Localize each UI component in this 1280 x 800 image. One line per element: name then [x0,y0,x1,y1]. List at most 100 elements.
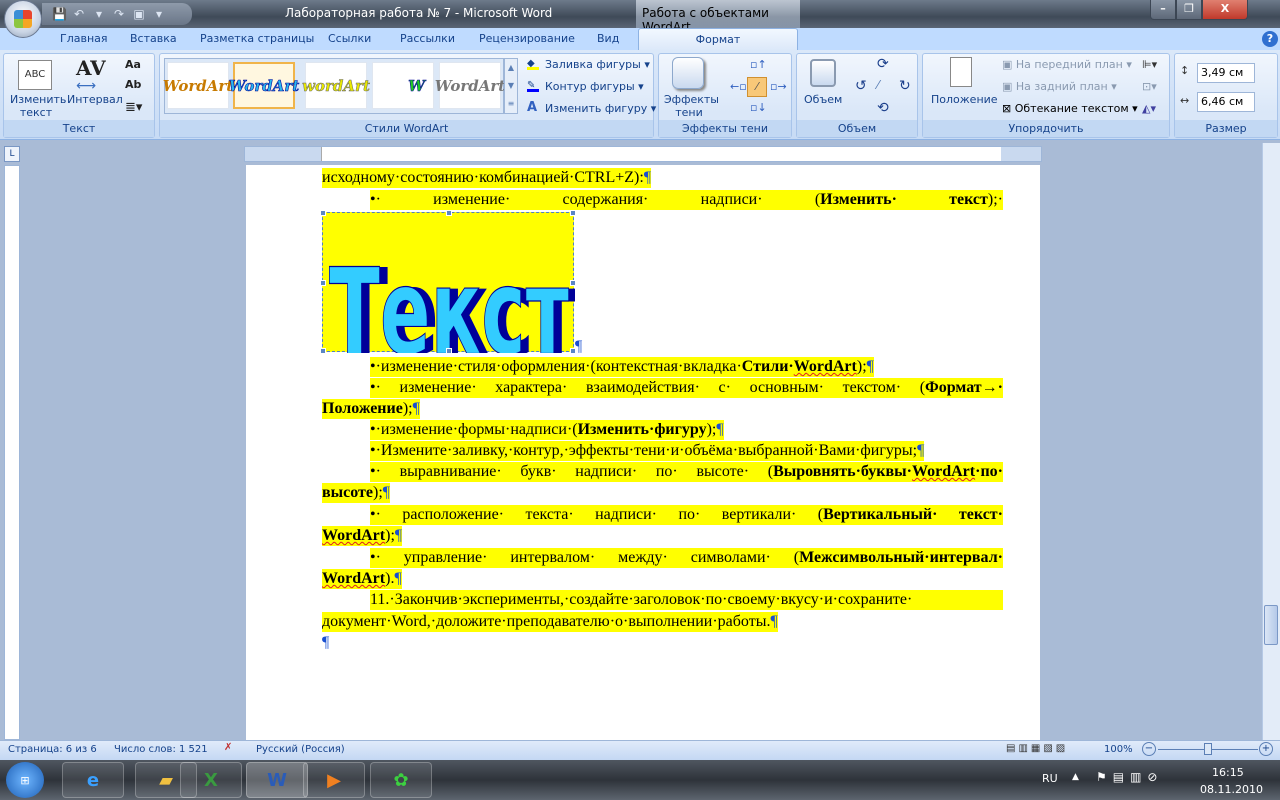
zoom-slider-thumb[interactable] [1204,743,1212,755]
close-button[interactable]: X [1202,0,1248,20]
tab-mailings[interactable]: Рассылки [400,32,455,45]
vertical-ruler[interactable] [4,165,20,740]
language[interactable]: Русский (Россия) [256,744,345,755]
shadow-toggle-icon[interactable]: ⁄ [747,77,767,97]
document-line[interactable]: •· изменение· содержания· надписи· (Изме… [370,190,1003,210]
zoom-out-button[interactable]: − [1142,742,1156,756]
nudge-shadow-right-icon[interactable]: ▫→ [770,80,787,93]
3d-toggle-icon[interactable]: ⁄ [877,78,879,92]
taskbar-icq[interactable]: ✿ [370,762,432,798]
resize-handle[interactable] [320,280,326,286]
resize-handle[interactable] [320,348,326,354]
help-icon[interactable]: ? [1262,31,1278,47]
document-line[interactable]: документ·Word,·доложите·преподавателю·о·… [322,612,778,632]
document-line[interactable]: WordArt).¶ [322,569,402,589]
group-icon[interactable]: ⊡▾ [1142,80,1157,93]
page-count[interactable]: Страница: 6 из 6 [8,744,97,755]
bring-to-front-button[interactable]: ▣ На передний план ▾ [1002,58,1132,71]
customize-qat-icon[interactable]: ▾ [152,7,166,21]
wordart-style-2[interactable]: WordArt [228,62,300,109]
tab-references[interactable]: Ссылки [328,32,371,45]
shape-fill-button[interactable]: Заливка фигуры ▾ [545,58,650,71]
zoom-in-button[interactable]: + [1259,742,1273,756]
wordart-style-3[interactable]: wordArt [302,62,370,109]
resize-handle[interactable] [320,210,326,216]
vertical-scrollbar[interactable] [1262,143,1280,740]
resize-handle[interactable] [570,280,576,286]
spacing-button[interactable]: Интервал [67,93,123,106]
edit-text-button[interactable]: Изменить текст [10,93,66,119]
office-button[interactable] [4,0,42,38]
document-line[interactable]: ¶ [575,337,582,357]
document-line[interactable]: WordArt);¶ [322,526,403,546]
word-count[interactable]: Число слов: 1 521 [114,744,208,755]
tab-review[interactable]: Рецензирование [479,32,575,45]
tab-home[interactable]: Главная [60,32,108,45]
show-hidden-icons[interactable]: ▲ [1072,772,1079,782]
tilt-right-icon[interactable]: ↻ [899,78,911,94]
undo-icon[interactable]: ↶ [72,7,86,21]
3d-effects-button[interactable]: Объем [804,93,842,106]
document-line[interactable]: •· изменение· характера· взаимодействия·… [370,378,1003,398]
document-line[interactable]: •·Измените·заливку,·контур,·эффекты·тени… [370,441,925,461]
document-line[interactable]: 11.·Закончив·эксперименты,·создайте·заго… [370,590,1003,610]
wordart-object[interactable]: Текст Текст [320,210,577,383]
document-line[interactable]: •· выравнивание· букв· надписи· по· высо… [370,462,1003,482]
wordart-style-5[interactable]: WordArt [435,62,505,109]
tab-format[interactable]: Формат [638,28,798,51]
ruler-toggle[interactable]: L [4,146,20,162]
tilt-up-icon[interactable]: ⟳ [877,56,889,72]
tab-page-layout[interactable]: Разметка страницы [200,32,314,45]
shape-height-input[interactable]: 3,49 см [1197,63,1255,83]
resize-handle[interactable] [446,210,452,216]
clock-time[interactable]: 16:15 [1212,766,1244,779]
taskbar-excel[interactable]: X [180,762,242,798]
vertical-text-icon[interactable]: Ab [125,78,141,91]
rotate-icon[interactable]: ◭▾ [1142,102,1156,115]
undo-dropdown-icon[interactable]: ▾ [92,7,106,21]
align-text-icon[interactable]: ≣▾ [125,100,142,115]
document-line[interactable]: высоте);¶ [322,483,391,503]
tilt-left-icon[interactable]: ↺ [855,78,867,94]
document-line[interactable]: исходному·состоянию·комбинацией·CTRL+Z):… [322,168,652,188]
zoom-level[interactable]: 100% [1104,744,1133,755]
document-line[interactable]: •·изменение·стиля·оформления·(контекстна… [370,357,874,377]
save-icon[interactable]: 💾 [52,7,67,21]
proofing-icon[interactable]: ✗ [224,742,232,753]
horizontal-ruler[interactable] [244,146,1042,162]
change-shape-button[interactable]: Изменить фигуру ▾ [545,102,656,115]
language-indicator[interactable]: RU [1042,772,1058,785]
redo-icon[interactable]: ↷ [112,7,126,21]
text-wrapping-button[interactable]: ⊠ Обтекание текстом ▾ [1002,102,1138,115]
taskbar-internet-explorer[interactable]: e [62,762,124,798]
minimize-button[interactable]: – [1150,0,1176,20]
shadow-effects-button[interactable]: Эффекты тени [664,93,719,119]
document-line[interactable]: Положение);¶ [322,399,420,419]
start-button[interactable]: ⊞ [6,762,44,798]
print-preview-icon[interactable]: ▣ [132,7,146,21]
tilt-down-icon[interactable]: ⟲ [877,100,889,116]
scrollbar-thumb[interactable] [1264,605,1278,645]
position-button[interactable]: Положение [931,93,998,106]
document-line[interactable]: ¶ [322,633,329,653]
tab-view[interactable]: Вид [597,32,619,45]
shape-outline-button[interactable]: Контур фигуры ▾ [545,80,644,93]
align-icon[interactable]: ⊫▾ [1142,58,1157,71]
wordart-style-4[interactable]: W [372,62,434,109]
nudge-shadow-left-icon[interactable]: ←▫ [730,80,747,93]
tray-icons[interactable]: ⚑▤▥⊘ [1096,770,1164,784]
nudge-shadow-down-icon[interactable]: ▫↓ [750,101,767,114]
document-line[interactable]: •· управление· интервалом· между· символ… [370,548,1003,568]
taskbar-word[interactable]: W [246,762,308,798]
same-height-icon[interactable]: Aa [125,58,141,71]
view-buttons[interactable]: ▤▥▦▧▨ [1006,743,1068,754]
restore-button[interactable]: ❐ [1176,0,1202,20]
resize-handle[interactable] [570,210,576,216]
resize-handle[interactable] [570,348,576,354]
taskbar-media-player[interactable]: ▶ [303,762,365,798]
resize-handle[interactable] [446,348,452,354]
nudge-shadow-up-icon[interactable]: ▫↑ [750,58,767,71]
document-line[interactable]: •· расположение· текста· надписи· по· ве… [370,505,1003,525]
send-to-back-button[interactable]: ▣ На задний план ▾ [1002,80,1117,93]
gallery-scroll[interactable]: ▲ ▼ ≡ [504,58,518,114]
